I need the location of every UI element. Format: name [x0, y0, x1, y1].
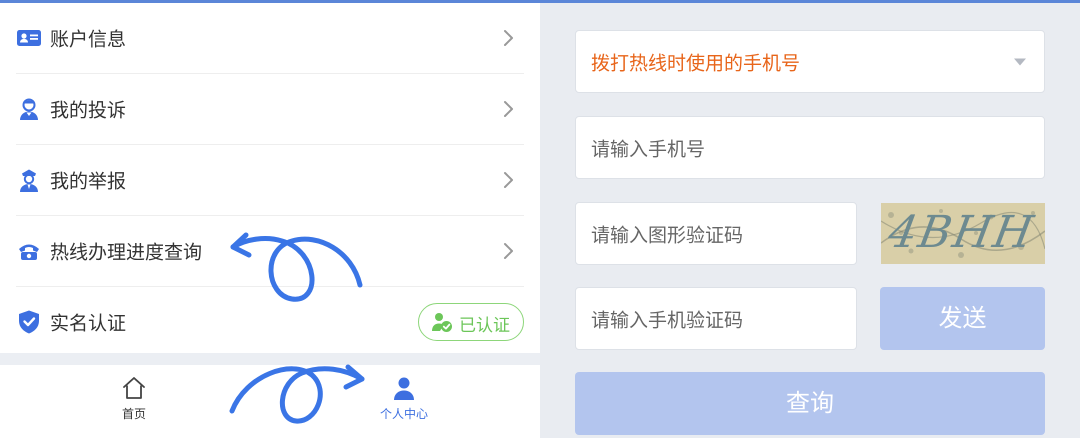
tab-home[interactable]: 首页	[64, 365, 204, 441]
bottom-tab-bar: 首页 个人中心	[0, 365, 540, 441]
menu-item-my-reports[interactable]: 我的举报	[16, 145, 524, 216]
caret-down-icon	[1014, 58, 1026, 65]
user-complaint-icon	[20, 98, 38, 120]
verified-user-icon	[432, 313, 452, 332]
personal-center-panel: 账户信息 我的投诉 我的举报 热线办理进度查询 实名认证 已认证 首页 个人中心	[0, 3, 540, 441]
menu-item-label: 我的投诉	[50, 99, 127, 122]
id-card-icon	[17, 30, 41, 46]
telephone-icon	[19, 244, 39, 260]
phone-input[interactable]: 请输入手机号	[575, 116, 1045, 179]
phone-select-placeholder: 拨打热线时使用的手机号	[591, 52, 801, 74]
phone-select[interactable]: 拨打热线时使用的手机号	[575, 30, 1045, 93]
menu-item-label: 我的举报	[50, 170, 127, 193]
menu-item-hotline-progress[interactable]: 热线办理进度查询	[16, 216, 524, 287]
person-icon	[394, 377, 414, 400]
tab-personal-center[interactable]: 个人中心	[334, 365, 474, 441]
shield-check-icon	[19, 310, 39, 334]
send-code-button[interactable]: 发送	[880, 287, 1045, 350]
police-officer-icon	[20, 169, 38, 192]
menu-item-label: 账户信息	[50, 28, 127, 51]
chevron-right-icon	[504, 30, 513, 46]
chevron-right-icon	[504, 243, 513, 259]
chevron-right-icon	[504, 172, 513, 188]
sms-code-input-placeholder: 请输入手机验证码	[591, 309, 744, 331]
section-divider	[0, 353, 540, 365]
sms-code-input[interactable]: 请输入手机验证码	[575, 287, 857, 350]
verified-badge: 已认证	[418, 303, 524, 341]
menu-item-real-name-verification[interactable]: 实名认证 已认证	[16, 287, 524, 357]
tab-home-label: 首页	[121, 407, 146, 421]
menu-item-my-complaints[interactable]: 我的投诉	[16, 74, 524, 145]
phone-input-placeholder: 请输入手机号	[591, 138, 706, 160]
query-button[interactable]: 查询	[575, 372, 1045, 435]
tab-personal-center-label: 个人中心	[379, 407, 428, 421]
menu-item-label: 实名认证	[50, 312, 127, 335]
menu-item-account-info[interactable]: 账户信息	[16, 3, 524, 74]
captcha-text: 4BHH	[884, 207, 1039, 258]
captcha-input-placeholder: 请输入图形验证码	[591, 224, 744, 246]
verified-badge-label: 已认证	[459, 316, 510, 336]
home-icon	[123, 377, 145, 399]
chevron-right-icon	[504, 101, 513, 117]
captcha-image[interactable]: 4BHH	[881, 203, 1045, 264]
hotline-query-form: 拨打热线时使用的手机号 请输入手机号 请输入图形验证码 4BHH 请输入手机验证…	[540, 3, 1080, 438]
menu-item-label: 热线办理进度查询	[50, 241, 203, 264]
captcha-input[interactable]: 请输入图形验证码	[575, 202, 857, 265]
